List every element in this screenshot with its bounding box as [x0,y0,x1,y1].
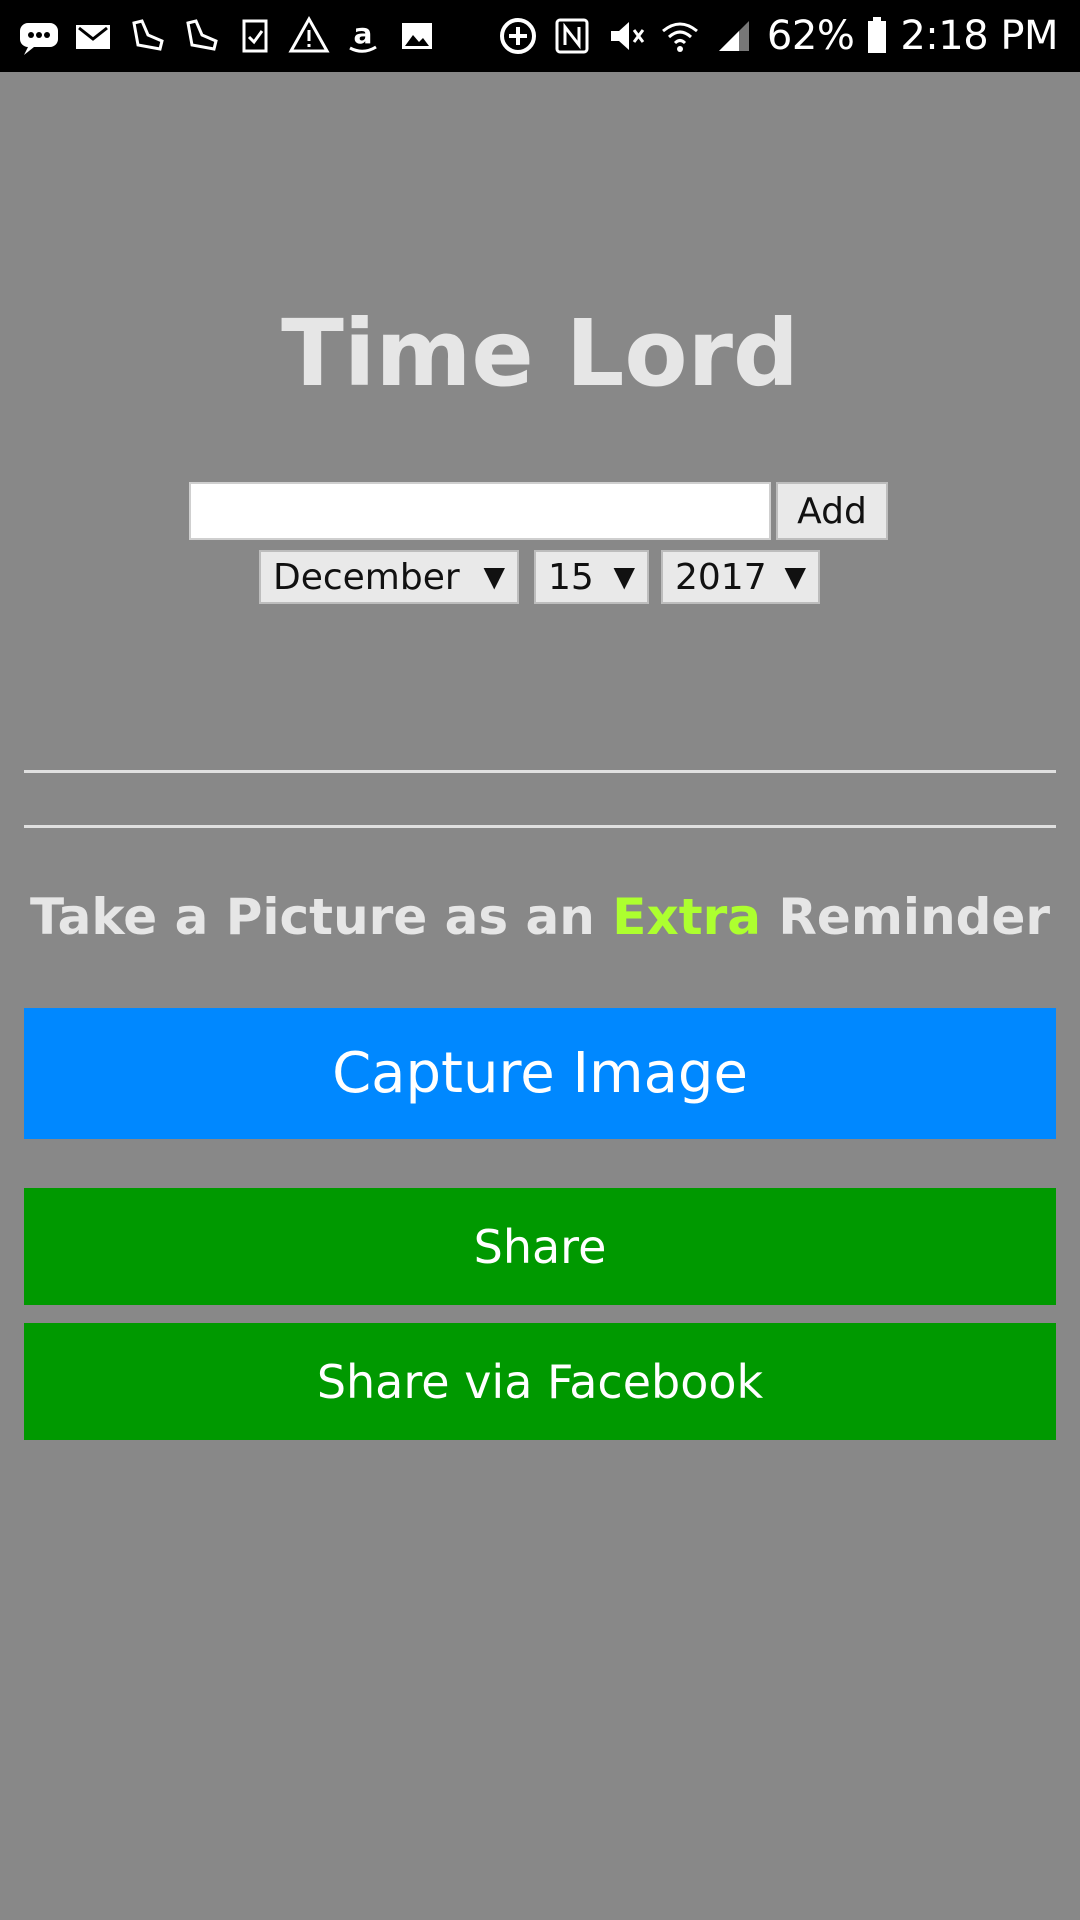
dropdown-arrow-icon: ▼ [613,560,635,593]
reminder-text-end: Reminder [761,888,1051,946]
clipboard-check-icon [234,15,276,57]
day-value: 15 [548,556,594,598]
nfc-icon [551,15,593,57]
fitness-shoe-icon [126,15,168,57]
dropdown-arrow-icon: ▼ [784,560,806,593]
dropdown-arrow-icon: ▼ [483,560,505,593]
image-icon [396,15,438,57]
battery-icon [866,15,888,57]
share-button[interactable]: Share [24,1188,1056,1305]
svg-text:a: a [354,17,373,50]
reminder-text-start: Take a Picture as an [29,888,613,946]
year-value: 2017 [675,556,767,598]
fitness-shoe-icon [180,15,222,57]
add-circle-icon [497,15,539,57]
share-facebook-button[interactable]: Share via Facebook [24,1323,1056,1440]
system-status-icons: 62% 2:18 PM [497,0,1058,72]
status-bar: a 62% 2:18 PM [0,0,1080,72]
month-value: December [273,556,460,598]
year-select[interactable]: 2017 ▼ [661,550,820,604]
reminder-highlight: Extra [612,888,762,946]
gmail-icon [72,15,114,57]
notification-icons: a [18,0,438,72]
app-title: Time Lord [281,300,799,407]
task-input[interactable] [189,482,771,540]
battery-percent: 62% [766,13,855,59]
amazon-icon: a [342,15,384,57]
add-button[interactable]: Add [776,482,888,540]
vibrate-mute-icon [605,15,647,57]
divider-bottom [24,825,1056,828]
month-select[interactable]: December ▼ [259,550,519,604]
signal-icon [713,15,755,57]
capture-image-button[interactable]: Capture Image [24,1008,1056,1139]
reminder-heading: Take a Picture as an Extra Reminder [0,888,1080,946]
warning-icon [288,15,330,57]
divider-top [24,770,1056,773]
day-select[interactable]: 15 ▼ [534,550,649,604]
messages-icon [18,15,60,57]
clock: 2:18 PM [900,13,1058,59]
wifi-icon [659,15,701,57]
